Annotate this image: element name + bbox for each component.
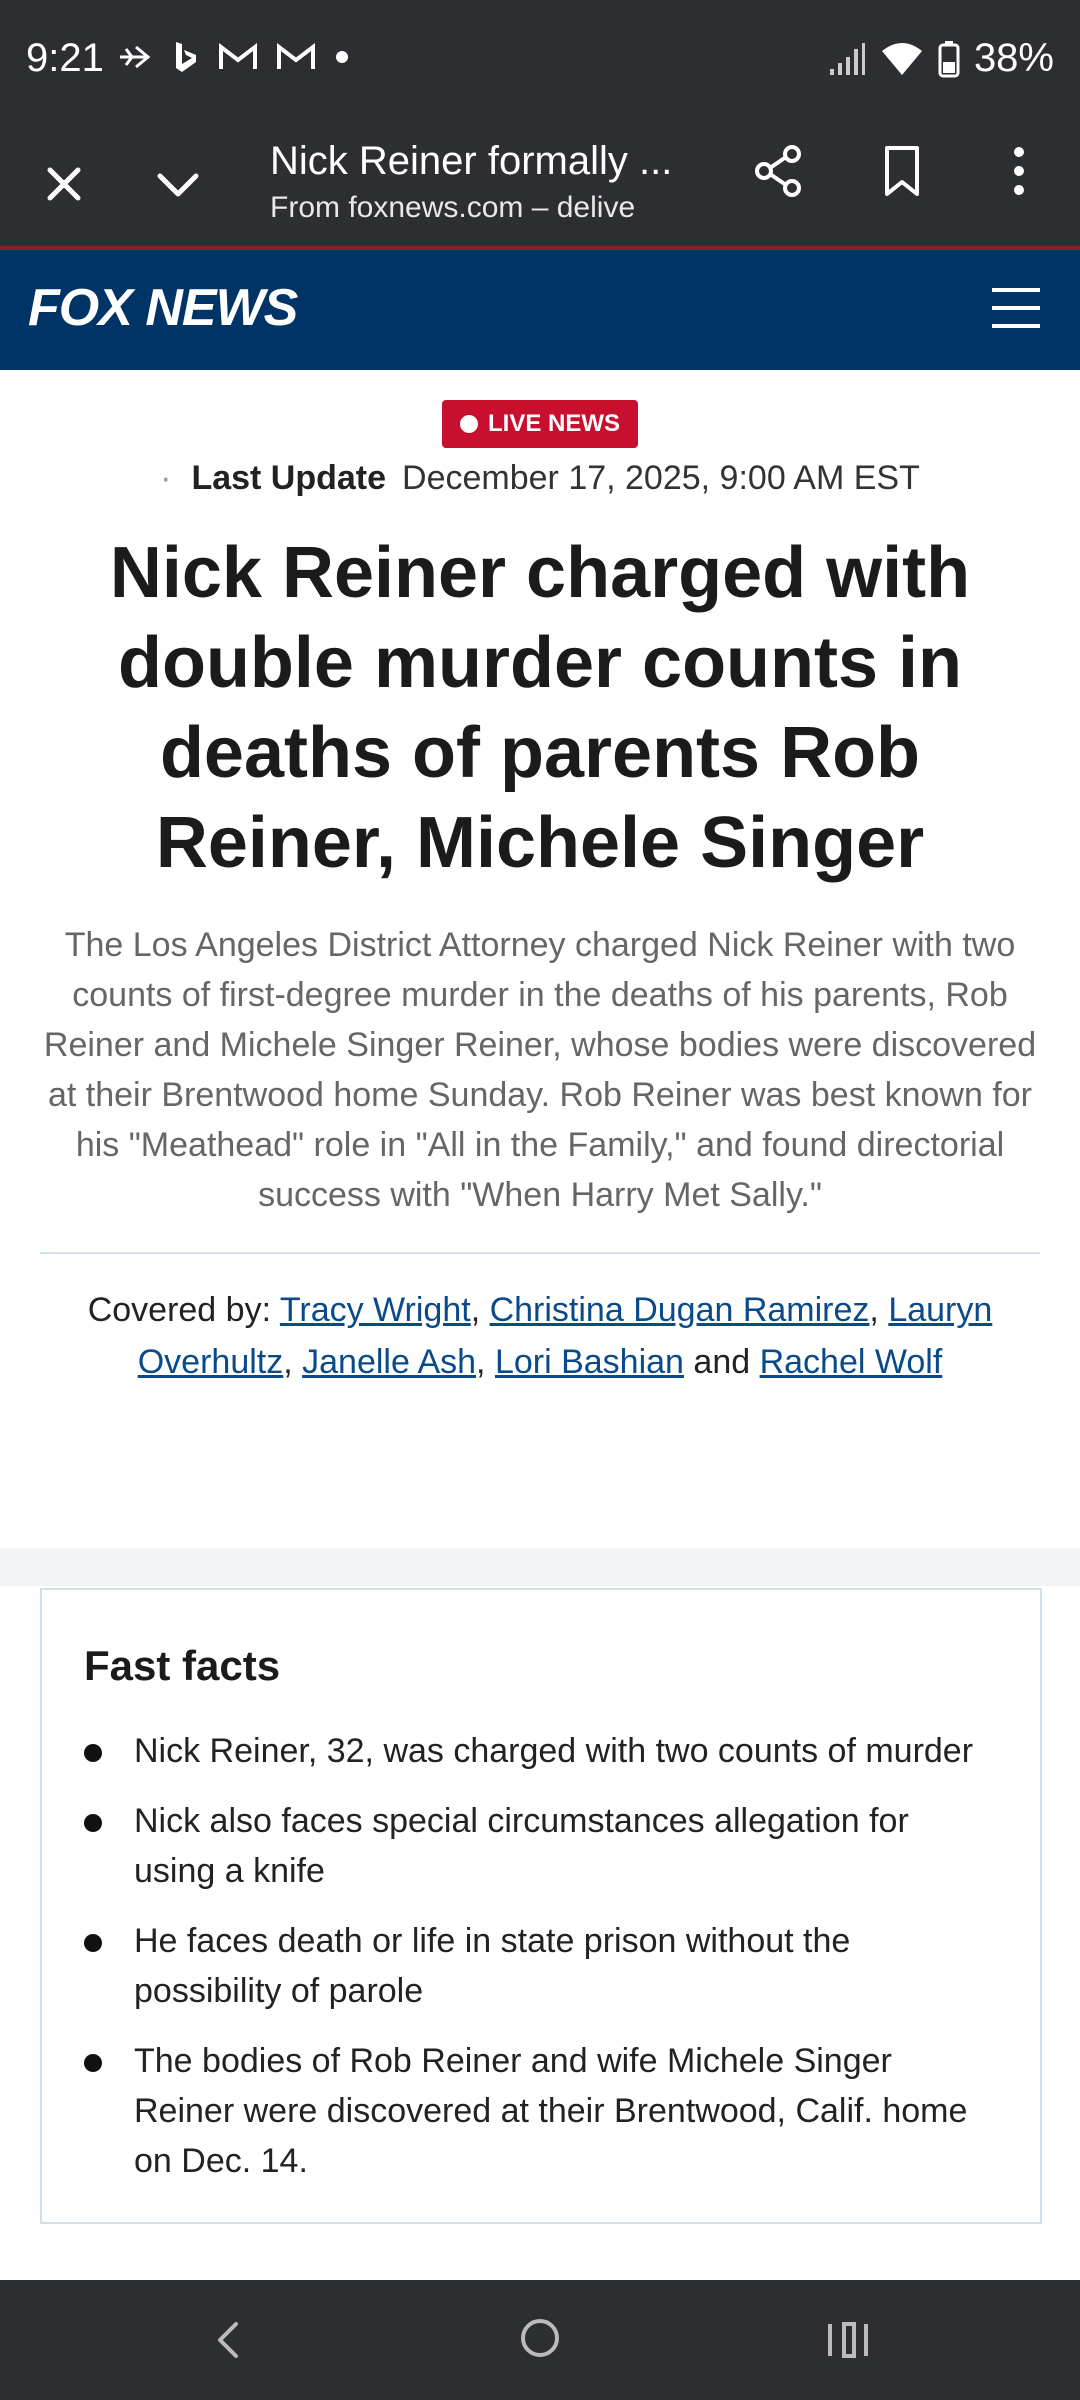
bullet-icon [84,1744,102,1762]
list-item: Nick also faces special circumstances al… [84,1796,984,1896]
hamburger-menu-icon[interactable] [992,288,1040,332]
battery-percent: 38% [973,36,1054,80]
recents-icon[interactable] [826,2318,870,2362]
bullet-icon [84,1934,102,1952]
back-icon[interactable] [208,2318,252,2362]
last-update: · Last Update December 17, 2025, 9:00 AM E… [0,450,1080,506]
airplane-arrow-icon [120,45,151,69]
battery-icon [938,40,960,77]
list-item: He faces death or life in state prison w… [84,1916,984,2016]
status-bar: 9:21 38% [0,0,1080,122]
author-link[interactable]: Lori Bashian [495,1343,684,1381]
notification-icons [118,40,350,74]
dot-icon [336,51,348,63]
separator-dot: · [160,459,172,497]
byline: Covered by: Tracy Wright, Christina Duga… [87,1291,993,1381]
section-separator [0,1548,1080,1586]
byline-prefix: Covered by: [87,1291,272,1329]
chevron-down-icon[interactable] [150,156,206,212]
more-vert-icon[interactable] [992,144,1046,198]
headline: Nick Reiner charged with double murder c… [109,533,971,883]
tab-title[interactable]: Nick Reiner formally ... [270,130,700,192]
live-dot-icon [459,415,478,433]
fox-news-logo[interactable]: FOX NEWS [28,278,298,338]
system-nav-bar [0,2280,1080,2400]
live-news-badge: LIVE NEWS [442,400,638,448]
author-link[interactable]: Tracy Wright [280,1291,471,1329]
home-icon[interactable] [518,2316,562,2360]
bing-icon [176,42,196,72]
author-link[interactable]: Janelle Ash [302,1343,476,1381]
list-item: The bodies of Rob Reiner and wife Michel… [84,2036,984,2186]
live-news-label: LIVE NEWS [487,410,620,437]
site-header: FOX NEWS [0,250,1080,370]
fast-facts-title: Fast facts [84,1642,281,1689]
fast-facts-list: Nick Reiner, 32, was charged with two co… [84,1726,984,2206]
last-update-value: December 17, 2025, 9:00 AM EST [402,459,920,497]
signal-icon [829,42,865,75]
tab-url[interactable]: From foxnews.com – delive [270,186,640,230]
article-summary: The Los Angeles District Attorney charge… [43,926,1037,1214]
bullet-icon [84,1814,102,1832]
last-update-label: Last Update [191,459,387,497]
bookmark-icon[interactable] [875,144,929,198]
author-link[interactable]: Rachel Wolf [760,1343,943,1381]
status-right: 38% [826,36,1054,81]
list-item: Nick Reiner, 32, was charged with two co… [84,1726,984,1776]
close-icon[interactable] [36,156,92,212]
wifi-icon [881,42,922,75]
share-icon[interactable] [752,144,806,198]
bullet-icon [84,2054,102,2072]
status-time: 9:21 [26,36,104,80]
gmail-icon [277,42,315,69]
gmail-icon [219,42,257,69]
fast-facts-box: Fast facts Nick Reiner, 32, was charged … [40,1588,1042,2224]
author-link[interactable]: Christina Dugan Ramirez [490,1291,870,1329]
divider [40,1252,1040,1254]
